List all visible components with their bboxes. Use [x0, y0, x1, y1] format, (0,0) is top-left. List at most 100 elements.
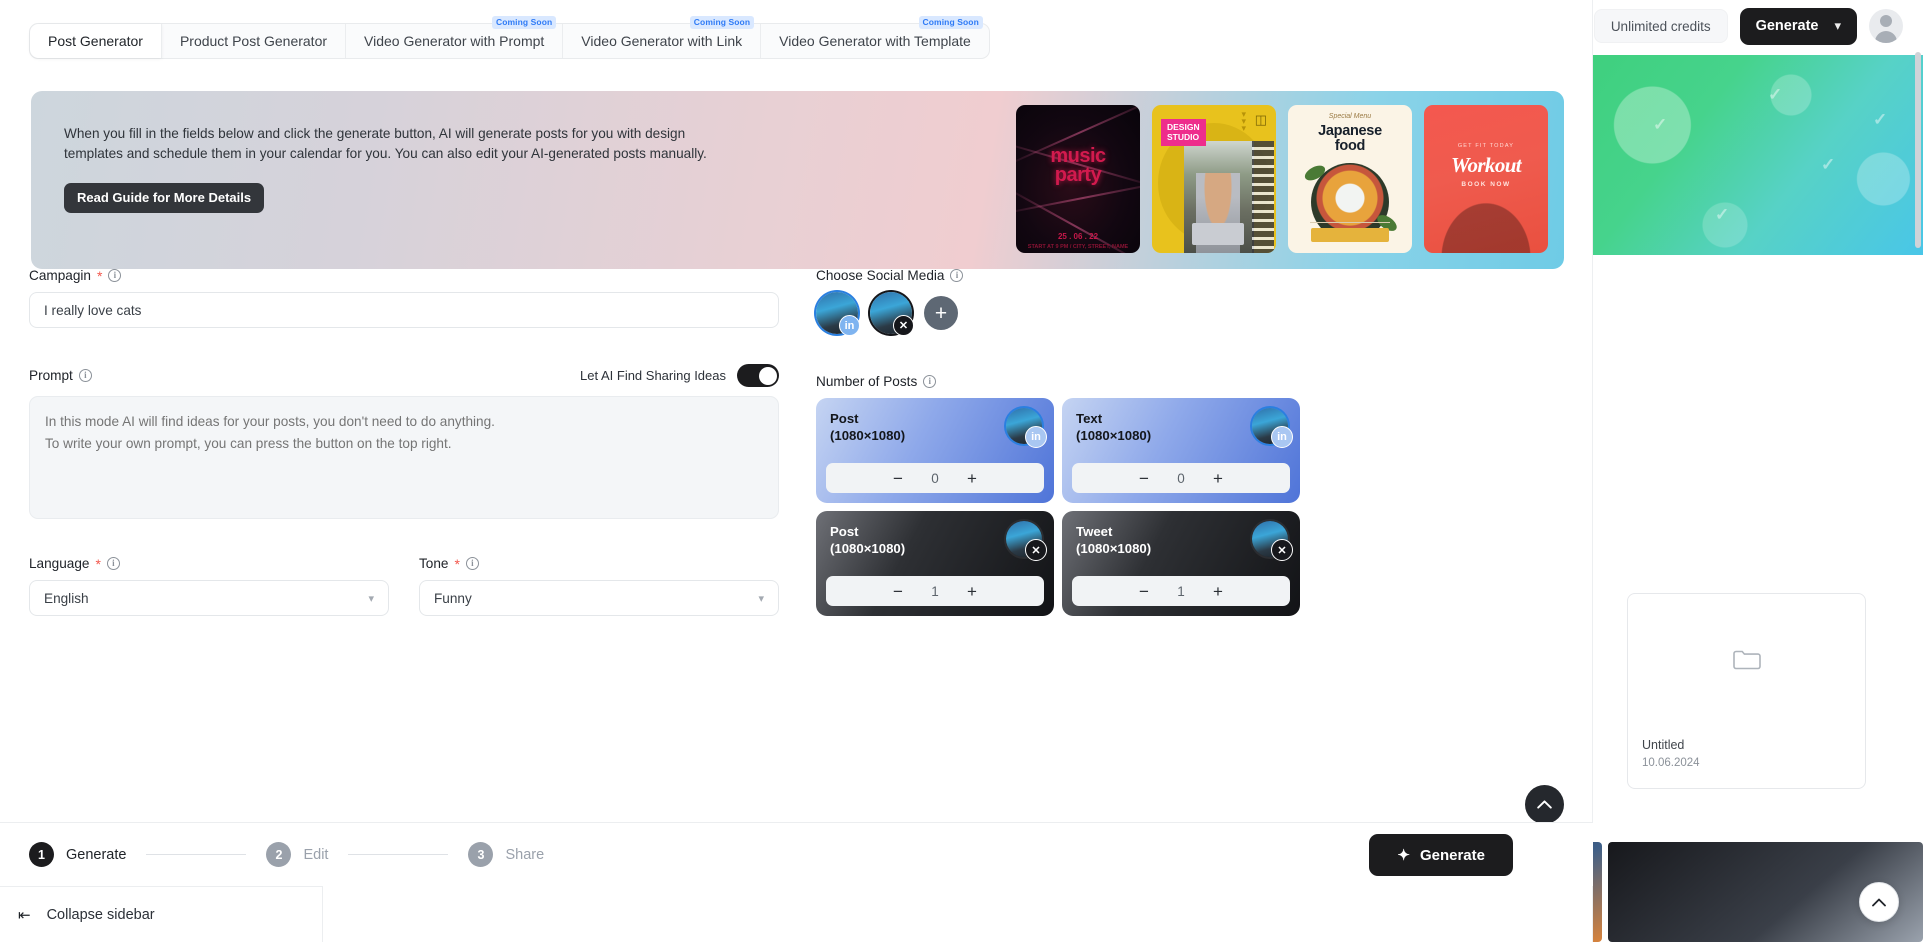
cube-icon: ◫: [1254, 112, 1267, 127]
generate-dropdown-button[interactable]: Generate ▾: [1739, 7, 1857, 45]
card-name: Post: [830, 411, 859, 426]
chevron-down-icon: ▾: [368, 592, 374, 605]
tab-video-generator-with-link[interactable]: Video Generator with Link Coming Soon: [563, 16, 762, 58]
music-party-template[interactable]: music party 25 . 06 . 22 START AT 9 PM /…: [1016, 105, 1140, 253]
number-of-posts-label-row: Number of Posts i: [816, 374, 1376, 389]
decrement-button[interactable]: −: [889, 470, 907, 487]
x-twitter-icon: ✕: [1025, 539, 1047, 561]
card-size: (1080×1080): [1076, 540, 1152, 556]
info-icon[interactable]: i: [465, 557, 479, 570]
post-count-card-x-post: Post (1080×1080) ✕ − 1 +: [816, 511, 1054, 616]
let-ai-find-ideas-toggle[interactable]: [737, 364, 779, 387]
language-value: English: [44, 590, 89, 606]
japanese-food-template[interactable]: Special Menu Japanese food: [1288, 105, 1412, 253]
read-guide-button[interactable]: Read Guide for More Details: [64, 182, 265, 213]
increment-button[interactable]: +: [963, 583, 981, 600]
thumb-title: Workout: [1450, 153, 1522, 177]
background-card-date: 10.06.2024: [1642, 756, 1700, 769]
thumb-tag-1: DESIGN: [1167, 122, 1200, 132]
tab-video-generator-with-prompt[interactable]: Video Generator with Prompt Coming Soon: [346, 16, 564, 58]
step-share[interactable]: 3 Share: [468, 842, 544, 867]
let-ai-find-ideas-label: Let AI Find Sharing Ideas: [580, 368, 726, 383]
post-count-stepper: − 1 +: [1072, 576, 1290, 606]
card-name: Tweet: [1076, 524, 1113, 539]
post-count-value: 1: [931, 583, 939, 599]
chevron-up-icon: [1872, 898, 1886, 906]
number-of-posts-label: Number of Posts: [816, 374, 918, 389]
background-hero-banner: ✓ ✓ ✓ ✓ ✓: [1593, 55, 1923, 255]
x-twitter-icon: ✕: [1271, 539, 1293, 561]
card-account-avatar: in: [1006, 408, 1047, 448]
generate-dropdown-label: Generate: [1755, 18, 1819, 34]
tab-label: Video Generator with Link: [581, 33, 743, 49]
generate-button-label: Generate: [1419, 846, 1485, 864]
background-scrollbar[interactable]: [1915, 52, 1921, 248]
post-count-value: 0: [931, 470, 939, 486]
workout-template[interactable]: GET FIT TODAY Workout BOOK NOW: [1424, 105, 1548, 253]
language-group: Language * i English ▾: [29, 556, 389, 616]
tab-product-post-generator[interactable]: Product Post Generator: [162, 24, 347, 58]
card-size: (1080×1080): [1076, 427, 1152, 443]
design-studio-template[interactable]: ▾ ▾ ▾ ◫ DESIGN STUDIO: [1152, 105, 1276, 253]
info-icon[interactable]: i: [923, 375, 937, 388]
tab-label: Product Post Generator: [179, 33, 328, 49]
step-generate[interactable]: 1 Generate: [29, 842, 126, 867]
generate-button[interactable]: ✦ Generate: [1369, 834, 1513, 876]
collapse-sidebar-button[interactable]: ⇤ Collapse sidebar: [0, 886, 323, 942]
info-icon[interactable]: i: [78, 369, 92, 382]
user-avatar[interactable]: [1869, 9, 1903, 43]
decrement-button[interactable]: −: [1135, 470, 1153, 487]
linkedin-icon: in: [839, 315, 860, 336]
background-scroll-top-button[interactable]: [1859, 882, 1899, 922]
thumb-special: Special Menu: [1328, 113, 1372, 120]
choose-social-media-label: Choose Social Media: [816, 268, 945, 283]
thumb-title: Japanese: [1318, 123, 1382, 139]
chevron-down-icon: ▾: [758, 592, 764, 605]
increment-button[interactable]: +: [1209, 470, 1227, 487]
add-social-account-button[interactable]: +: [924, 296, 958, 330]
step-edit[interactable]: 2 Edit: [266, 842, 328, 867]
wizard-bottom-bar: 1 Generate 2 Edit 3 Share ✦ Generate: [0, 822, 1593, 886]
decrement-button[interactable]: −: [1135, 583, 1153, 600]
linkedin-icon: in: [1025, 426, 1047, 448]
step-connector: [146, 854, 247, 855]
decrement-button[interactable]: −: [889, 583, 907, 600]
panel-scroll-top-button[interactable]: [1525, 785, 1564, 824]
tone-select[interactable]: Funny ▾: [419, 580, 779, 616]
avatar-head: [1880, 15, 1892, 27]
tab-video-generator-with-template[interactable]: Video Generator with Template Coming Soo…: [761, 16, 989, 58]
tone-label-row: Tone * i: [419, 556, 779, 571]
sparkle-icon: ✦: [1397, 847, 1410, 864]
card-size: (1080×1080): [830, 427, 906, 443]
coming-soon-badge: Coming Soon: [689, 16, 755, 30]
tone-label: Tone: [419, 556, 449, 571]
increment-button[interactable]: +: [1209, 583, 1227, 600]
tab-post-generator[interactable]: Post Generator: [30, 24, 162, 58]
social-account-x[interactable]: ✕: [870, 292, 914, 336]
background-project-card[interactable]: Untitled 10.06.2024: [1627, 593, 1866, 789]
card-name: Post: [830, 524, 859, 539]
tab-label: Video Generator with Template: [779, 33, 971, 49]
chevron-down-icon: ▾: [1834, 18, 1841, 33]
info-icon[interactable]: i: [108, 269, 122, 282]
thumb-sub: START AT 9 PM / CITY, STREET, NAME: [1027, 244, 1129, 250]
card-name: Text: [1076, 411, 1103, 426]
banner-line-1: When you fill in the fields below and cl…: [64, 126, 686, 141]
post-count-value: 1: [1177, 583, 1185, 599]
thumb-tag-2: STUDIO: [1167, 132, 1200, 143]
campaign-input[interactable]: [29, 292, 779, 328]
language-label-row: Language * i: [29, 556, 389, 571]
credits-pill[interactable]: Unlimited credits: [1593, 9, 1728, 43]
increment-button[interactable]: +: [963, 470, 981, 487]
prompt-textarea[interactable]: [29, 396, 779, 519]
coming-soon-badge: Coming Soon: [491, 16, 557, 30]
banner-line-2: templates and schedule them in your cale…: [64, 146, 707, 162]
wizard-steps: 1 Generate 2 Edit 3 Share: [29, 842, 544, 867]
language-tone-row: Language * i English ▾ Tone * i Funny ▾: [29, 556, 789, 616]
info-icon[interactable]: i: [950, 269, 964, 282]
x-twitter-icon: ✕: [893, 315, 914, 336]
linkedin-icon: in: [1271, 426, 1293, 448]
info-icon[interactable]: i: [106, 557, 120, 570]
social-account-linkedin[interactable]: in: [816, 292, 860, 336]
language-select[interactable]: English ▾: [29, 580, 389, 616]
